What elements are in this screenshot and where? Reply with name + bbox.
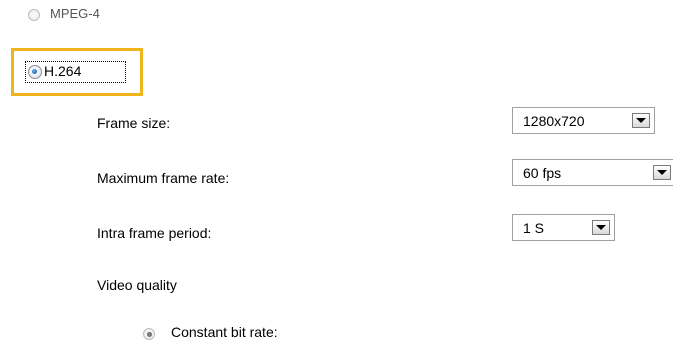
intra-frame-period-select[interactable]: 1 S bbox=[512, 214, 615, 241]
max-frame-rate-label: Maximum frame rate: bbox=[97, 170, 230, 186]
frame-size-select[interactable]: 1280x720 bbox=[512, 107, 655, 134]
constant-bit-rate-label: Constant bit rate: bbox=[171, 324, 278, 340]
chevron-down-icon[interactable] bbox=[592, 220, 610, 235]
chevron-down-icon[interactable] bbox=[632, 113, 650, 128]
h264-label: H.264 bbox=[44, 63, 82, 79]
mpeg4-label: MPEG-4 bbox=[50, 6, 100, 21]
video-quality-label: Video quality bbox=[97, 277, 177, 293]
h264-radio[interactable] bbox=[28, 65, 42, 79]
constant-bit-rate-radio[interactable] bbox=[143, 328, 155, 340]
max-frame-rate-value: 60 fps bbox=[523, 164, 562, 181]
mpeg4-radio[interactable] bbox=[28, 9, 40, 21]
max-frame-rate-select[interactable]: 60 fps bbox=[512, 159, 673, 186]
intra-frame-period-value: 1 S bbox=[523, 219, 545, 236]
intra-frame-period-label: Intra frame period: bbox=[97, 225, 212, 241]
chevron-down-icon[interactable] bbox=[653, 165, 671, 180]
frame-size-label: Frame size: bbox=[97, 115, 171, 131]
frame-size-value: 1280x720 bbox=[523, 112, 585, 129]
